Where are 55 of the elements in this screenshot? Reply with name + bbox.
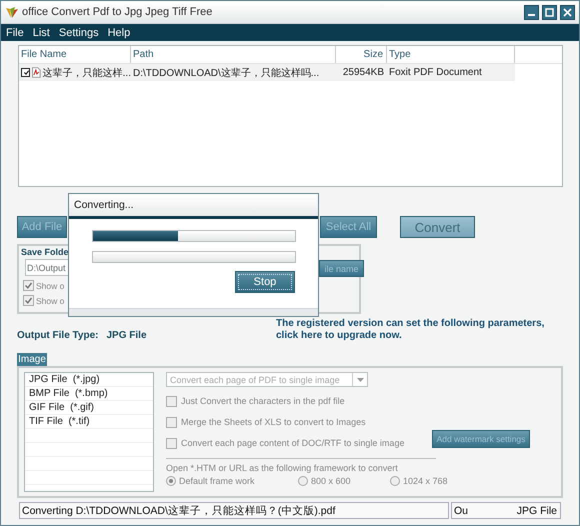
checkbox-label: Show o: [36, 280, 64, 290]
upgrade-link[interactable]: The registered version can set the following parameters, click here to upgrade now.: [276, 318, 546, 352]
close-icon: [563, 8, 572, 16]
radio-button[interactable]: [298, 476, 308, 486]
menu-item[interactable]: File: [6, 26, 24, 38]
menu-item[interactable]: Settings: [58, 26, 99, 38]
checkbox-label: Just Convert the characters in the pdf file: [181, 396, 345, 406]
checkbox-label: Show o: [36, 296, 64, 306]
table-cell-text: 25954KB: [342, 67, 385, 78]
radio-button[interactable]: [166, 476, 176, 486]
checkbox[interactable]: [166, 396, 177, 406]
table-cell-text: D:\TDDOWNLOAD\这辈子，只能这样吗...: [132, 66, 320, 80]
column-header[interactable]: Size: [336, 46, 387, 63]
folder-path-field[interactable]: D:\Output: [25, 259, 71, 276]
maximize-icon: [545, 8, 554, 16]
radio-label: 1024 x 768: [403, 476, 448, 486]
dialog-title: Converting...: [69, 194, 318, 219]
status-text: JPG File: [516, 504, 557, 516]
app-logo-icon: [5, 6, 19, 18]
format-option[interactable]: TIF File (*.tif): [25, 415, 153, 429]
checkbox-label: Merge the Sheets of XLS to convert to Images: [181, 417, 366, 427]
window-title: office Convert Pdf to Jpg Jpeg Tiff Free: [22, 6, 214, 18]
checkbox[interactable]: [21, 68, 30, 77]
stop-button[interactable]: Stop: [235, 271, 295, 293]
minimize-button[interactable]: [524, 4, 539, 20]
tab[interactable]: Image: [17, 353, 47, 366]
framework-label: Open *.HTM or URL as the following framework to convert: [166, 463, 399, 473]
output-type-value: JPG File: [106, 330, 146, 343]
column-header[interactable]: Path: [131, 46, 336, 63]
pdf-file-icon: [32, 67, 41, 78]
table-cell-text: 这辈子，只能这样...: [42, 66, 131, 80]
checkbox-label: Convert each page content of DOC/RTF to single image: [181, 438, 404, 448]
menu-item[interactable]: Help: [108, 26, 130, 38]
checkbox[interactable]: [166, 438, 177, 448]
radio-button[interactable]: [390, 476, 400, 486]
table-cell-text: Foxit PDF Document: [388, 67, 483, 78]
radio-label: Default frame work: [179, 476, 255, 486]
format-option[interactable]: BMP File (*.bmp): [25, 387, 153, 401]
group-title: Save Folde: [21, 247, 70, 257]
status-text: Ou: [454, 504, 468, 516]
column-header[interactable]: Type: [387, 46, 515, 63]
format-option[interactable]: GIF File (*.gif): [25, 401, 153, 415]
menu-item[interactable]: List: [32, 26, 50, 38]
format-option[interactable]: JPG File (*.jpg): [25, 373, 153, 387]
status-message: Converting D:\TDDOWNLOAD\这辈子，只能这样吗？(中文版).pdf: [19, 502, 449, 519]
output-type-label: Output File Type:: [17, 330, 98, 343]
checkbox[interactable]: [23, 280, 34, 291]
dropdown-arrow-icon: [356, 378, 364, 382]
checkbox[interactable]: [166, 416, 177, 428]
radio-label: 800 x 600: [311, 476, 351, 486]
close-button[interactable]: [560, 4, 575, 20]
column-header[interactable]: File Name: [19, 46, 131, 63]
checkbox[interactable]: [23, 295, 34, 306]
maximize-button[interactable]: [542, 4, 557, 20]
minimize-icon: [528, 14, 535, 16]
